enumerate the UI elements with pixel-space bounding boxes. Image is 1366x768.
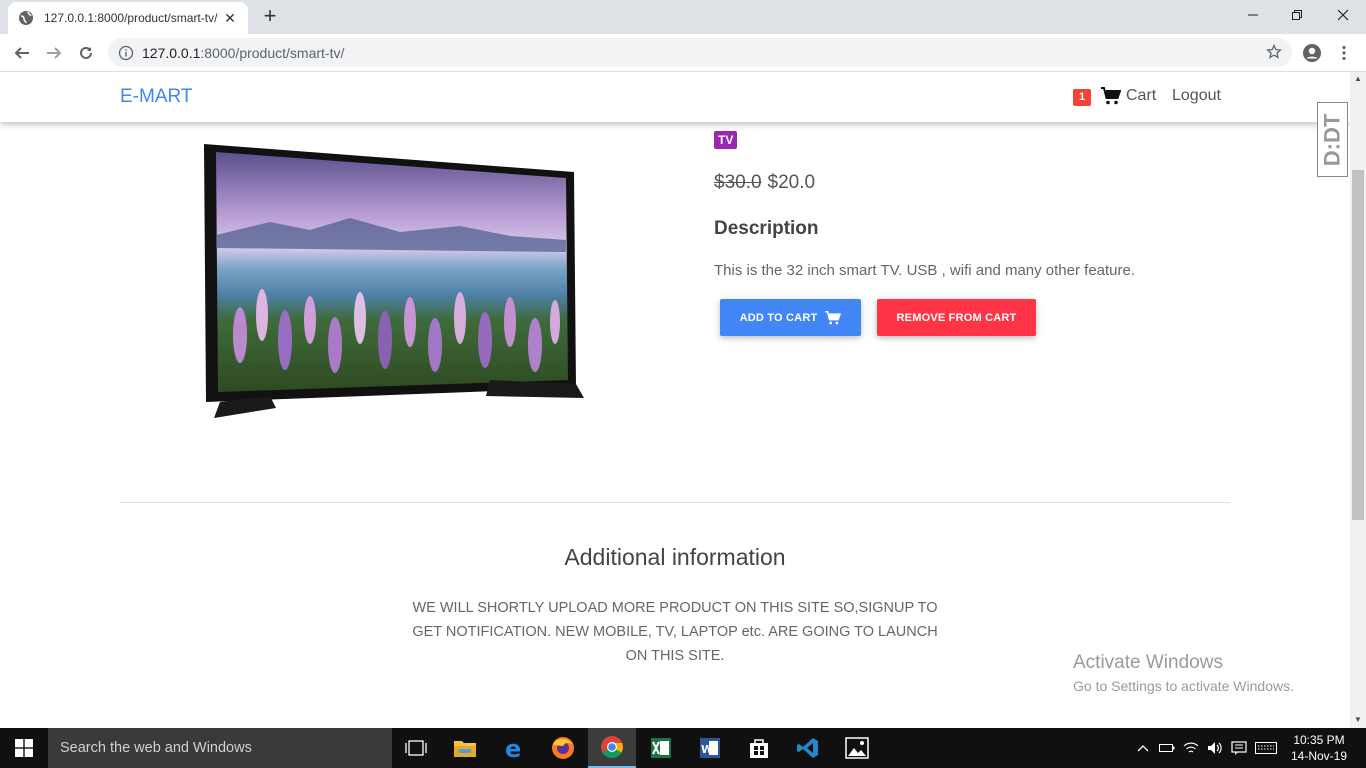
- word-icon[interactable]: W: [686, 728, 734, 768]
- clock-time: 10:35 PM: [1293, 733, 1345, 747]
- cart-count-badge: 1: [1073, 89, 1091, 106]
- globe-icon: [18, 10, 34, 26]
- tab-title: 127.0.0.1:8000/product/smart-tv/: [44, 11, 218, 25]
- restore-icon[interactable]: [1274, 0, 1320, 30]
- excel-icon[interactable]: [637, 728, 685, 768]
- store-icon[interactable]: [735, 728, 783, 768]
- price-block: $30.0 $20.0: [714, 172, 815, 194]
- info-icon[interactable]: [118, 45, 134, 61]
- add-to-cart-button[interactable]: ADD TO CART: [720, 299, 861, 336]
- description-text: This is the 32 inch smart TV. USB , wifi…: [714, 262, 1136, 279]
- taskbar-search-placeholder: Search the web and Windows: [60, 740, 252, 756]
- close-window-icon[interactable]: [1320, 0, 1366, 30]
- remove-from-cart-label: REMOVE FROM CART: [896, 311, 1017, 324]
- browser-tab-bar: 127.0.0.1:8000/product/smart-tv/ ✕ +: [0, 0, 1366, 34]
- new-tab-button[interactable]: +: [258, 5, 282, 29]
- keyboard-icon[interactable]: [1254, 728, 1278, 768]
- windows-start-icon[interactable]: [0, 728, 48, 768]
- logout-link[interactable]: Logout: [1172, 87, 1221, 105]
- page-viewport: E-MART 1 Cart Logout D:DT TV $30.0 $20.0…: [0, 72, 1350, 728]
- minimize-icon[interactable]: [1230, 0, 1276, 30]
- cart-link[interactable]: Cart: [1126, 87, 1156, 105]
- address-bar[interactable]: 127.0.0.1:8000/product/smart-tv/: [108, 38, 1292, 67]
- bookmark-star-icon[interactable]: [1266, 43, 1282, 60]
- description-heading: Description: [714, 218, 819, 239]
- brand-logo[interactable]: E-MART: [120, 86, 192, 108]
- extension-badge-text: D:DT: [1319, 113, 1345, 166]
- scrollbar-thumb[interactable]: [1352, 170, 1364, 520]
- taskbar-clock[interactable]: 10:35 PM 14-Nov-19: [1287, 732, 1351, 764]
- menu-dots-icon[interactable]: [1332, 41, 1356, 65]
- back-arrow-icon[interactable]: [10, 41, 34, 65]
- additional-info-text: WE WILL SHORTLY UPLOAD MORE PRODUCT ON T…: [412, 600, 938, 664]
- url-host: 127.0.0.1: [142, 44, 201, 61]
- profile-avatar-icon[interactable]: [1300, 41, 1324, 65]
- cart-icon: [825, 310, 842, 325]
- wifi-icon[interactable]: [1182, 728, 1200, 768]
- add-to-cart-label: ADD TO CART: [739, 311, 818, 324]
- clock-date: 14-Nov-19: [1290, 749, 1348, 763]
- edge-browser-icon[interactable]: e: [490, 728, 538, 768]
- url-text: 127.0.0.1:8000/product/smart-tv/: [142, 45, 344, 61]
- chrome-icon[interactable]: [588, 728, 636, 768]
- url-path: :8000/product/smart-tv/: [200, 44, 345, 61]
- task-view-icon[interactable]: [392, 728, 440, 768]
- tray-chevron-icon[interactable]: [1135, 728, 1151, 768]
- extension-badge[interactable]: D:DT: [1317, 102, 1348, 177]
- photos-icon[interactable]: [833, 728, 881, 768]
- taskbar-search-box[interactable]: Search the web and Windows: [48, 728, 392, 768]
- volume-icon[interactable]: [1206, 728, 1224, 768]
- shopping-cart-icon[interactable]: [1101, 87, 1122, 105]
- forward-arrow-icon[interactable]: [42, 41, 66, 65]
- current-price: $20.0: [767, 172, 816, 193]
- page-scrollbar[interactable]: ▲ ▼: [1350, 72, 1366, 728]
- file-explorer-icon[interactable]: [441, 728, 489, 768]
- vscode-icon[interactable]: [784, 728, 832, 768]
- browser-toolbar: 127.0.0.1:8000/product/smart-tv/: [0, 34, 1366, 72]
- watermark-line-2: Go to Settings to activate Windows.: [1073, 678, 1294, 694]
- reload-icon[interactable]: [74, 41, 98, 65]
- scroll-up-icon[interactable]: ▲: [1354, 74, 1362, 83]
- section-divider: [120, 502, 1230, 503]
- battery-icon[interactable]: [1158, 728, 1176, 768]
- additional-info-heading: Additional information: [564, 544, 786, 570]
- remove-from-cart-button[interactable]: REMOVE FROM CART: [877, 299, 1036, 336]
- tab-close-icon[interactable]: ✕: [222, 10, 238, 27]
- browser-tab[interactable]: 127.0.0.1:8000/product/smart-tv/ ✕: [8, 2, 248, 34]
- watermark-line-1: Activate Windows: [1073, 652, 1223, 673]
- product-image: [200, 140, 590, 435]
- activate-windows-watermark: Activate Windows Go to Settings to activ…: [1073, 652, 1294, 694]
- firefox-icon[interactable]: [539, 728, 587, 768]
- notifications-icon[interactable]: [1230, 728, 1248, 768]
- svg-text:e: e: [505, 736, 521, 760]
- old-price: $30.0: [714, 172, 762, 193]
- scroll-down-icon[interactable]: ▼: [1354, 715, 1362, 724]
- category-badge[interactable]: TV: [714, 131, 738, 149]
- windows-taskbar: Search the web and Windows e W 10:35 PM …: [0, 728, 1366, 768]
- svg-text:W: W: [701, 743, 713, 756]
- site-navbar: E-MART 1 Cart Logout: [0, 72, 1350, 122]
